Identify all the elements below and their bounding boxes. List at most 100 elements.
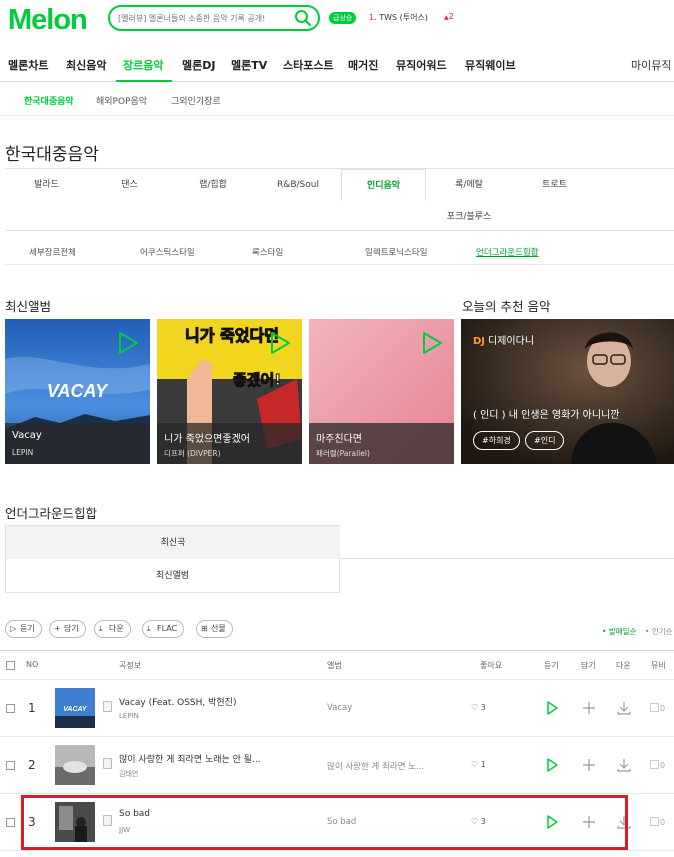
genre-tab-dance[interactable]: 댄스	[88, 169, 171, 201]
tag-button[interactable]: #인디	[525, 431, 565, 450]
mv-button[interactable]: 0	[650, 703, 665, 713]
row-checkbox[interactable]	[6, 704, 15, 713]
nav-music-award[interactable]: 뮤직어워드	[396, 57, 447, 73]
nav-melon-tv[interactable]: 멜론TV	[231, 57, 267, 73]
song-album[interactable]: Vacay	[327, 703, 352, 713]
tab-latest-albums[interactable]: 최신앨범	[5, 559, 340, 593]
tab-latest-songs[interactable]: 최신곡	[5, 525, 340, 559]
download-icon[interactable]	[616, 814, 632, 830]
row-checkbox[interactable]	[6, 761, 15, 770]
genre-tab-rock[interactable]: 록/메탈	[426, 169, 512, 201]
song-info-icon[interactable]	[103, 701, 112, 712]
song-album[interactable]: 많이 사랑한 게 죄라면 노...	[327, 760, 424, 772]
nav-starpost[interactable]: 스타포스트	[283, 57, 334, 73]
play-icon[interactable]	[544, 700, 560, 716]
flac-button[interactable]: ⤓ FLAC	[142, 620, 185, 638]
song-thumbnail[interactable]	[55, 802, 95, 842]
song-title[interactable]: So bad	[119, 809, 150, 819]
underground-tabs: 최신곡 최신앨범	[5, 525, 674, 593]
detail-tab-underground-hiphop[interactable]: 언더그라운드힙합	[476, 246, 539, 258]
like-button[interactable]: ♡ 3	[471, 703, 486, 712]
plus-icon[interactable]	[581, 700, 597, 716]
song-artist[interactable]: 김태연	[119, 769, 138, 779]
album-card[interactable]: VACAY Vacay LEPIN	[5, 319, 150, 464]
dj-label: DJ	[473, 336, 486, 347]
search-icon[interactable]	[294, 9, 312, 27]
album-title[interactable]: 니가 죽었으면좋겠어	[164, 430, 250, 445]
mv-count: 0	[660, 704, 666, 713]
genre-tab-indie[interactable]: 인디음악	[341, 169, 426, 201]
song-album[interactable]: So bad	[327, 817, 356, 827]
sort-release-date[interactable]: • 발매일순	[602, 626, 636, 637]
play-icon[interactable]	[544, 757, 560, 773]
download-button[interactable]: ⤓ 다운	[94, 620, 131, 638]
detail-tab-acoustic[interactable]: 어쿠스틱스타일	[140, 246, 195, 258]
album-card[interactable]: 마주친다면 패러렐(Parallel)	[309, 319, 454, 464]
detail-tab-rock-style[interactable]: 록스타일	[252, 246, 283, 258]
album-card[interactable]: 니가 죽었다면 좋겠어! 니가 죽었으면좋겠어 디프퍼 (DIVPER)	[157, 319, 302, 464]
nav-melon-dj[interactable]: 멜론DJ	[182, 57, 215, 73]
song-artist[interactable]: LEPIN	[119, 712, 139, 720]
subnav-other-genres[interactable]: 그외인기장르	[171, 94, 221, 107]
genre-tab-rnb[interactable]: R&B/Soul	[255, 169, 341, 201]
nav-new-music[interactable]: 최신음악	[66, 57, 106, 73]
song-thumbnail[interactable]	[55, 745, 95, 785]
row-checkbox[interactable]	[6, 818, 15, 827]
search-input[interactable]	[118, 10, 290, 26]
download-icon[interactable]	[616, 757, 632, 773]
album-artist[interactable]: LEPIN	[12, 448, 33, 457]
genre-tab-folk[interactable]: 포크/블루스	[426, 201, 512, 233]
realtime-rank-item[interactable]: 1. TWS (투어스)	[369, 12, 428, 23]
gift-button[interactable]: ⊞ 선물	[196, 620, 233, 638]
nav-magazine[interactable]: 매거진	[348, 57, 378, 73]
play-icon[interactable]	[421, 331, 443, 355]
subnav-foreign-pop[interactable]: 해외POP음악	[96, 94, 147, 107]
dj-name: 디제이다니	[488, 336, 535, 347]
mv-button[interactable]: 0	[650, 760, 665, 770]
album-cover-text: 좋겠어!	[233, 371, 281, 389]
song-title[interactable]: Vacay (Feat. OSSH, 박현진)	[119, 695, 236, 708]
subnav-korean-pop[interactable]: 한국대중음악	[24, 94, 74, 107]
listen-button[interactable]: ▷ 듣기	[5, 620, 42, 638]
mv-icon	[650, 703, 659, 712]
mv-button[interactable]: 0	[650, 817, 665, 827]
song-title[interactable]: 많이 사랑한 게 죄라면 노래는 안 될...	[119, 752, 261, 765]
like-button[interactable]: ♡ 3	[471, 817, 486, 826]
listen-label: 듣기	[20, 624, 35, 633]
rank-change-value: 2	[448, 12, 454, 21]
play-icon[interactable]	[117, 331, 139, 355]
play-icon[interactable]	[269, 331, 291, 355]
song-info-icon[interactable]	[103, 815, 112, 826]
recommend-card[interactable]: DJ 디제이다니 ( 인디 ) 내 인생은 영화가 아니니깐 #하희경 #인디	[461, 319, 674, 464]
play-icon[interactable]	[544, 814, 560, 830]
like-button[interactable]: ♡ 1	[471, 760, 486, 769]
like-count: 1	[480, 760, 486, 769]
album-title[interactable]: Vacay	[12, 430, 42, 441]
plus-icon[interactable]	[581, 814, 597, 830]
nav-music-wave[interactable]: 뮤직웨이브	[465, 57, 516, 73]
album-artist[interactable]: 디프퍼 (DIVPER)	[164, 448, 221, 459]
sort-popular[interactable]: • 인기순	[645, 626, 673, 637]
nav-my-music[interactable]: 마이뮤직	[631, 57, 671, 73]
song-thumbnail[interactable]: VACAY	[55, 688, 95, 728]
download-icon[interactable]	[616, 700, 632, 716]
genre-tab-ballad[interactable]: 발라드	[5, 169, 88, 201]
genre-tab-hiphop[interactable]: 랩/힙합	[171, 169, 255, 201]
nav-chart[interactable]: 멜론차트	[8, 57, 48, 73]
album-artist[interactable]: 패러렐(Parallel)	[316, 448, 370, 459]
album-title[interactable]: 마주친다면	[316, 430, 362, 445]
add-button[interactable]: + 담기	[49, 620, 86, 638]
tag-button[interactable]: #하희경	[473, 431, 520, 450]
nav-genre-music[interactable]: 장르음악	[123, 57, 163, 73]
detail-tab-electronic[interactable]: 일렉트로닉스타일	[365, 246, 428, 258]
song-artist[interactable]: JJW	[119, 826, 130, 834]
song-info-icon[interactable]	[103, 758, 112, 769]
recommend-playlist-title[interactable]: ( 인디 ) 내 인생은 영화가 아니니깐	[473, 406, 619, 421]
genre-tab-trot[interactable]: 트로트	[512, 169, 597, 201]
select-all-checkbox[interactable]	[6, 661, 15, 670]
col-add: 담기	[581, 661, 596, 670]
realtime-rank-number: 1.	[369, 13, 377, 22]
plus-icon[interactable]	[581, 757, 597, 773]
melon-logo[interactable]: Melon	[8, 4, 88, 37]
detail-tab-all[interactable]: 세부장르전체	[29, 246, 76, 258]
